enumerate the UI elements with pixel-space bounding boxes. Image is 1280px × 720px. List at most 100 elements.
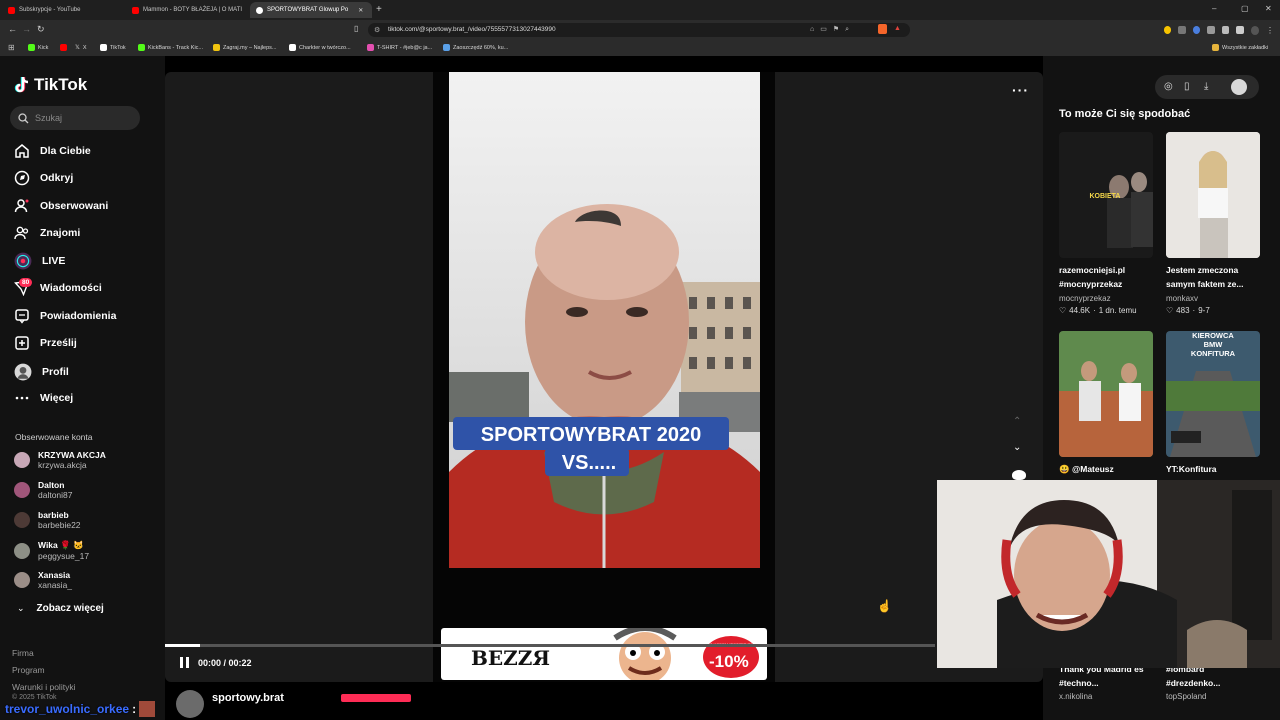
author-name[interactable]: sportowy.brat	[212, 692, 284, 706]
browser-tab[interactable]: Subskrypcje - YouTube	[2, 2, 124, 18]
bookmark-item[interactable]: Zagraj.my – Najleps...	[213, 44, 277, 51]
followed-account[interactable]: KRZYWA AKCJA krzywa.akcja	[14, 450, 106, 470]
alert-triangle-icon[interactable]: ▲	[894, 25, 901, 32]
bookmark-item[interactable]: T-SHIRT - #jeb@c ja...	[367, 44, 432, 51]
youtube-icon	[8, 6, 15, 14]
more-options-icon[interactable]: ···	[1012, 82, 1029, 98]
tiktok-favicon-icon	[256, 6, 263, 14]
nav-item-odkryj[interactable]: Odkryj	[14, 170, 73, 186]
recommendation-author[interactable]: topSpoland	[1166, 692, 1206, 701]
ad-banner[interactable]: BEZZЯ Z KODEM "BEZZERIO" -10%	[441, 628, 767, 680]
extension-icon[interactable]	[1207, 26, 1215, 34]
bookmark-item[interactable]: Kick	[28, 44, 48, 51]
thumbnail-image	[1166, 132, 1260, 258]
url-text: tiktok.com/@sportowy.brat_/video/7555577…	[388, 26, 556, 33]
tab-close-icon[interactable]: ✕	[358, 7, 363, 14]
nav-item-profil[interactable]: Profil	[14, 363, 69, 381]
extensions-bar: ⋮	[1164, 24, 1274, 36]
nav-item-live[interactable]: LIVE	[14, 252, 65, 270]
user-avatar[interactable]	[1231, 79, 1247, 95]
followed-account[interactable]: Wika 🌹 🐱 peggysue_17	[14, 540, 89, 561]
recommendation-author[interactable]: monkaxv	[1166, 294, 1198, 303]
sidepanel-icon[interactable]	[1236, 26, 1244, 34]
download-icon[interactable]: ⤓	[1204, 81, 1208, 92]
back-icon[interactable]: ←	[8, 24, 17, 34]
nav-item-przeslij[interactable]: Prześlij	[14, 335, 77, 351]
video-image: SPORTOWYBRAT 2020 VS.....	[449, 72, 760, 568]
like-heart-icon[interactable]	[1012, 470, 1026, 480]
avatar	[14, 572, 30, 588]
forward-icon[interactable]: →	[22, 24, 31, 34]
extension-icon[interactable]	[1178, 26, 1186, 34]
followed-account[interactable]: Dalton daltoni87	[14, 480, 73, 500]
minimize-icon[interactable]: –	[1212, 4, 1216, 13]
previous-video-icon[interactable]: ⌃	[1013, 416, 1021, 427]
search-icon	[18, 112, 29, 123]
footer-link-company[interactable]: Firma	[12, 645, 75, 662]
tiktok-logo-text: TikTok	[34, 75, 88, 94]
bookmark-item[interactable]: Zaoszczędź 60%, ku...	[443, 44, 508, 51]
recommendation-thumbnail[interactable]	[1166, 132, 1260, 258]
recommendation-caption[interactable]: YT:Konfitura	[1166, 462, 1262, 476]
recommendation-thumbnail[interactable]	[1059, 331, 1153, 457]
nav-item-powiadomienia[interactable]: Powiadomienia	[14, 308, 116, 324]
zagraj-icon	[213, 44, 220, 51]
recommendation-thumbnail[interactable]: KOBIETA	[1059, 132, 1153, 258]
followed-account[interactable]: barbieb barbebie22	[14, 510, 81, 530]
bookmark-item[interactable]: Charkter w twórczo...	[289, 44, 351, 51]
brave-shield-icon[interactable]	[878, 24, 887, 34]
svg-text:KOBIETA: KOBIETA	[1090, 193, 1121, 200]
pause-icon[interactable]	[180, 657, 190, 669]
recommendation-author[interactable]: mocnyprzekaz	[1059, 294, 1111, 303]
recommendation-caption[interactable]: razemocniejsi.pl #mocnyprzekaz	[1059, 263, 1155, 291]
recommendation-caption[interactable]: 😃 @Mateusz	[1059, 462, 1155, 476]
video-progress-track[interactable]	[165, 644, 935, 647]
puzzle-icon[interactable]	[1221, 26, 1230, 34]
browser-tab[interactable]: Mammon - BOTY BŁAŻEJA | O MATI	[126, 2, 248, 18]
see-more-button[interactable]: ⌄ Zobacz więcej	[14, 603, 104, 614]
new-tab-icon[interactable]: +	[376, 4, 382, 15]
browser-profile-avatar[interactable]	[1250, 25, 1259, 35]
avatar	[14, 542, 30, 559]
nav-item-znajomi[interactable]: Znajomi	[14, 225, 80, 241]
kick-icon	[28, 44, 35, 51]
address-bar[interactable]: ⚙ tiktok.com/@sportowy.brat_/video/75555…	[368, 23, 910, 37]
recommendation-caption[interactable]: Jestem zmeczona samym faktem ze...	[1166, 263, 1262, 291]
bookmark-item[interactable]: TikTok	[100, 44, 126, 51]
maximize-icon[interactable]: ▢	[1241, 4, 1249, 13]
all-bookmarks[interactable]: Wszystkie zakładki	[1212, 44, 1268, 51]
follow-button[interactable]	[341, 694, 411, 702]
ad-mascot-image	[613, 628, 677, 680]
device-icon[interactable]: ▯	[1184, 81, 1190, 92]
author-avatar[interactable]	[176, 690, 204, 718]
bookmark-star-icon[interactable]: ▯	[354, 24, 358, 33]
recommendation-author[interactable]: x.nikolina	[1059, 692, 1092, 701]
apps-grid-icon[interactable]: ⊞	[8, 43, 15, 52]
site-info-icon[interactable]: ⚙	[374, 26, 380, 34]
next-video-icon[interactable]: ⌄	[1013, 442, 1021, 453]
footer-link-program[interactable]: Program	[12, 662, 75, 679]
bookmark-item[interactable]: KickBans - Track Kic...	[138, 44, 203, 51]
messages-badge: 80	[19, 278, 33, 287]
reload-icon[interactable]: ↻	[37, 24, 45, 35]
extension-icon[interactable]	[1164, 26, 1172, 34]
browser-menu-icon[interactable]: ⋮	[1266, 26, 1274, 35]
browser-tab-active[interactable]: SPORTOWYBRAT Glowup Po ✕	[250, 2, 372, 18]
notifications-icon	[15, 309, 29, 324]
coins-icon[interactable]: ◎	[1164, 81, 1173, 92]
bookmark-item[interactable]	[60, 44, 67, 51]
window-close-icon[interactable]: ✕	[1265, 4, 1272, 13]
video-frame[interactable]: SPORTOWYBRAT 2020 VS.....	[449, 72, 760, 568]
bookmark-item[interactable]: 𝕏X	[75, 44, 87, 52]
nav-item-dla-ciebie[interactable]: Dla Ciebie	[14, 143, 91, 159]
heart-icon: ♡	[1166, 306, 1174, 315]
heart-icon: ♡	[1059, 306, 1067, 315]
nav-item-wiecej[interactable]: Więcej	[14, 390, 73, 406]
followed-account[interactable]: Xanasia xanasia_	[14, 570, 72, 590]
tiktok-logo[interactable]: TikTok	[14, 75, 87, 95]
extension-icon[interactable]	[1192, 26, 1201, 34]
address-bar-actions-icon[interactable]: ⌂▭⚑⌕	[810, 25, 855, 34]
kickbans-icon	[138, 44, 145, 51]
search-input[interactable]: Szukaj	[10, 106, 140, 130]
nav-item-obserwowani[interactable]: Obserwowani	[14, 198, 108, 214]
